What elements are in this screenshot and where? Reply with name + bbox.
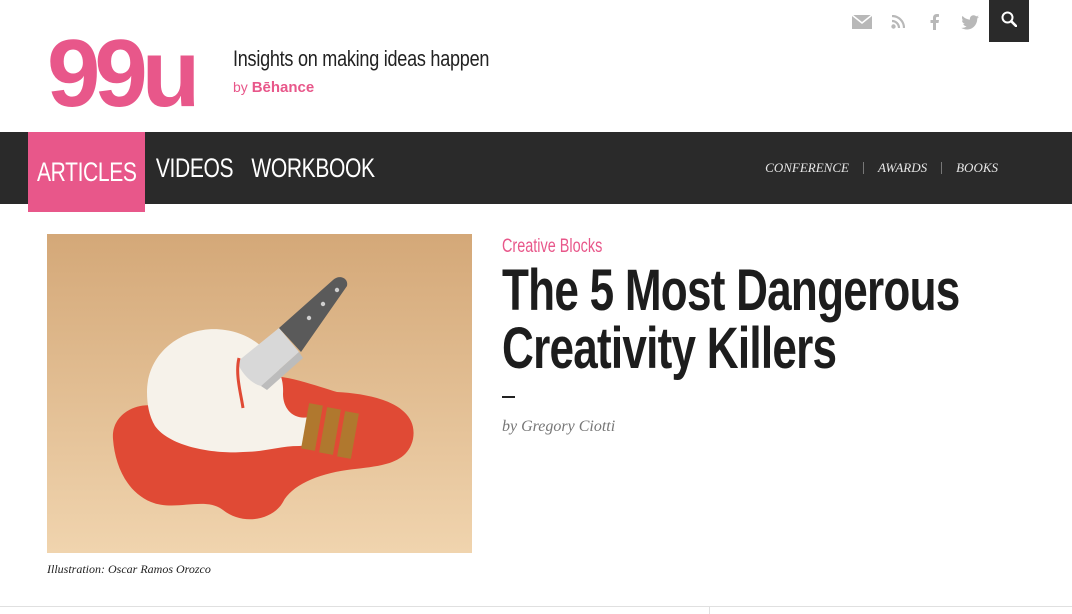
nav-item-label: ARTICLES — [36, 156, 137, 187]
column-divider — [709, 606, 710, 614]
behance-credit[interactable]: by Bēhance — [233, 79, 314, 96]
search-icon — [1001, 11, 1018, 32]
image-credit: Illustration: Oscar Ramos Orozco — [47, 562, 211, 576]
search-button[interactable] — [989, 0, 1029, 42]
nav-item-workbook[interactable]: WORKBOOK — [251, 132, 375, 204]
nav-link-conference[interactable]: CONFERENCE — [751, 160, 863, 176]
nav-link-books[interactable]: BOOKS — [942, 160, 1012, 176]
site-tagline: Insights on making ideas happen — [233, 46, 490, 71]
nav-link-awards[interactable]: AWARDS — [864, 160, 941, 176]
twitter-icon[interactable] — [952, 10, 988, 34]
secondary-nav: CONFERENCE AWARDS BOOKS — [751, 132, 1012, 204]
by-label: by — [233, 79, 248, 95]
article-title[interactable]: The 5 Most Dangerous Creativity Killers — [502, 262, 988, 378]
rss-icon[interactable] — [880, 10, 916, 34]
article-category[interactable]: Creative Blocks — [502, 236, 602, 258]
facebook-icon[interactable] — [916, 10, 952, 34]
article-hero-image[interactable] — [47, 234, 472, 553]
nav-item-videos[interactable]: VIDEOS — [156, 132, 234, 204]
logo-text: 99u — [47, 20, 200, 127]
nav-item-label: VIDEOS — [156, 152, 234, 183]
lightbulb-knife-illustration — [47, 234, 472, 553]
article-author[interactable]: by Gregory Ciotti — [502, 418, 615, 436]
main-nav: ARTICLES VIDEOS WORKBOOK CONFERENCE AWAR… — [0, 132, 1072, 212]
nav-item-articles[interactable]: ARTICLES — [28, 132, 145, 212]
social-links — [844, 10, 988, 34]
title-divider — [502, 396, 515, 398]
behance-wordmark: Bēhance — [251, 79, 315, 96]
site-logo[interactable]: 99u — [47, 26, 215, 122]
nav-item-label: WORKBOOK — [251, 152, 375, 183]
section-divider — [0, 606, 1072, 607]
mail-icon[interactable] — [844, 10, 880, 34]
site-header: 99u Insights on making ideas happen by B… — [0, 0, 1072, 132]
